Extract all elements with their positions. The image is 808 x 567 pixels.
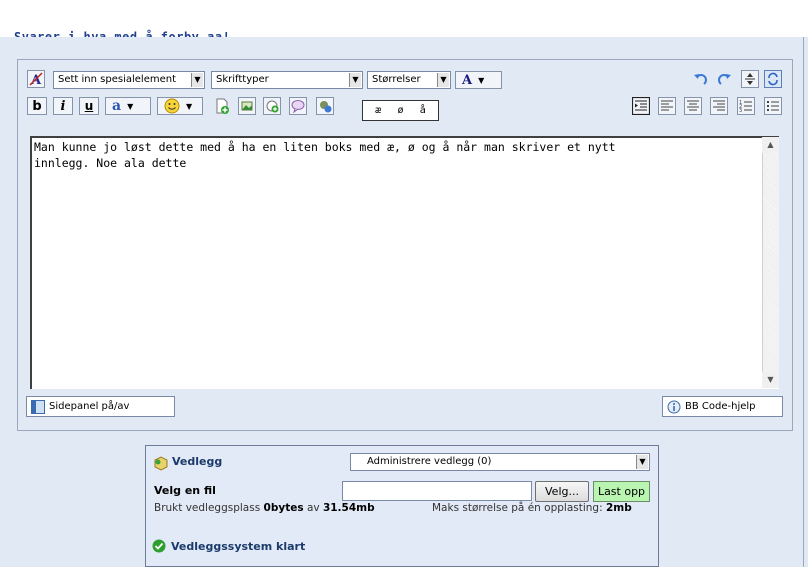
ordered-list-icon[interactable]: 123 — [737, 97, 755, 115]
chevron-down-icon: ▼ — [191, 73, 203, 87]
textarea-scrollbar[interactable] — [762, 137, 779, 388]
svg-text:3: 3 — [739, 108, 742, 114]
align-left-icon[interactable] — [658, 97, 676, 115]
highlight-button[interactable]: a ▼ — [105, 97, 151, 115]
file-path-input[interactable] — [342, 481, 532, 501]
align-right-icon[interactable] — [710, 97, 728, 115]
quote-icon[interactable] — [289, 97, 307, 115]
attachment-status: Vedleggssystem klart — [152, 539, 305, 553]
message-textarea[interactable]: Man kunne jo løst dette med å ha en lite… — [30, 136, 779, 389]
underline-button-label: u — [84, 99, 94, 113]
storage-total-value: 31.54mb — [322, 502, 375, 514]
special-chars-box[interactable]: æ ø å — [362, 100, 439, 121]
font-color-label: A — [462, 72, 473, 88]
undo-icon[interactable] — [691, 71, 709, 89]
special-element-select-value: Sett inn spesialelement — [58, 74, 176, 85]
smiley-icon — [164, 98, 180, 114]
insert-media-icon[interactable] — [263, 97, 281, 115]
sidepanel-toggle-button[interactable]: Sidepanel på/av — [26, 396, 175, 417]
storage-used-value: 0bytes — [263, 502, 304, 514]
scroll-down-icon[interactable]: ▼ — [762, 372, 779, 388]
max-upload-value: 2mb — [605, 502, 632, 514]
resize-editor-icon[interactable] — [741, 70, 759, 88]
highlight-button-label: a — [112, 98, 122, 114]
char-ae[interactable]: æ — [375, 101, 381, 120]
scroll-up-icon[interactable]: ▲ — [762, 137, 779, 153]
font-size-select[interactable]: Størrelser ▼ — [367, 71, 451, 89]
bold-button-label: b — [32, 98, 42, 114]
char-aa[interactable]: å — [420, 101, 426, 120]
italic-button-label: i — [60, 98, 66, 114]
italic-button[interactable]: i — [53, 97, 73, 115]
sidepanel-icon — [31, 399, 45, 414]
storage-usage-of: av — [306, 502, 320, 514]
redo-icon[interactable] — [716, 71, 734, 89]
manage-attachments-select[interactable]: Administrere vedlegg (0) ▼ — [350, 453, 650, 471]
page-border — [803, 37, 804, 567]
upload-button[interactable]: Last opp — [593, 481, 650, 502]
smiley-button[interactable]: ▼ — [157, 97, 203, 115]
max-upload-size: Maks størrelse på én opplasting: 2mb — [432, 502, 632, 514]
insert-image-icon[interactable] — [238, 97, 256, 115]
align-center-icon[interactable] — [684, 97, 702, 115]
font-color-button[interactable]: A ▼ — [455, 71, 502, 89]
chevron-down-icon: ▼ — [478, 75, 485, 85]
bbcode-help-button[interactable]: BB Code-hjelp — [662, 396, 783, 417]
font-size-select-value: Størrelser — [372, 74, 421, 85]
unordered-list-icon[interactable] — [764, 97, 782, 115]
attachments-title: Vedlegg — [172, 455, 223, 468]
max-upload-label: Maks størrelse på én opplasting: — [432, 502, 603, 514]
storage-usage: Brukt vedleggsplass 0bytes av 31.54mb — [154, 502, 375, 514]
chevron-down-icon: ▼ — [127, 101, 134, 111]
switch-mode-icon[interactable] — [764, 70, 782, 88]
storage-usage-prefix: Brukt vedleggsplass — [154, 502, 261, 514]
font-family-select-value: Skrifttyper — [216, 74, 269, 85]
font-family-select[interactable]: Skrifttyper ▼ — [211, 71, 363, 89]
info-icon — [667, 400, 681, 413]
checkmark-icon — [152, 539, 166, 553]
browse-button[interactable]: Velg... — [535, 481, 589, 502]
code-icon[interactable] — [316, 97, 334, 115]
chevron-down-icon: ▼ — [186, 101, 193, 111]
indent-icon[interactable] — [631, 96, 651, 116]
special-element-select[interactable]: Sett inn spesialelement ▼ — [53, 71, 205, 89]
chevron-down-icon: ▼ — [349, 73, 361, 87]
chevron-down-icon: ▼ — [437, 73, 449, 87]
sidepanel-toggle-label: Sidepanel på/av — [49, 401, 130, 412]
bold-button[interactable]: b — [27, 97, 47, 115]
attachment-status-label: Vedleggssystem klart — [171, 539, 306, 553]
underline-button[interactable]: u — [79, 97, 99, 115]
char-oe[interactable]: ø — [397, 101, 403, 120]
bbcode-help-label: BB Code-hjelp — [685, 401, 756, 412]
chevron-down-icon: ▼ — [636, 455, 648, 469]
font-style-icon[interactable]: A — [27, 70, 45, 88]
insert-link-icon[interactable] — [213, 97, 231, 115]
manage-attachments-value: Administrere vedlegg (0) — [367, 456, 492, 467]
choose-file-label: Velg en fil — [154, 484, 216, 497]
attachment-icon — [154, 456, 168, 471]
